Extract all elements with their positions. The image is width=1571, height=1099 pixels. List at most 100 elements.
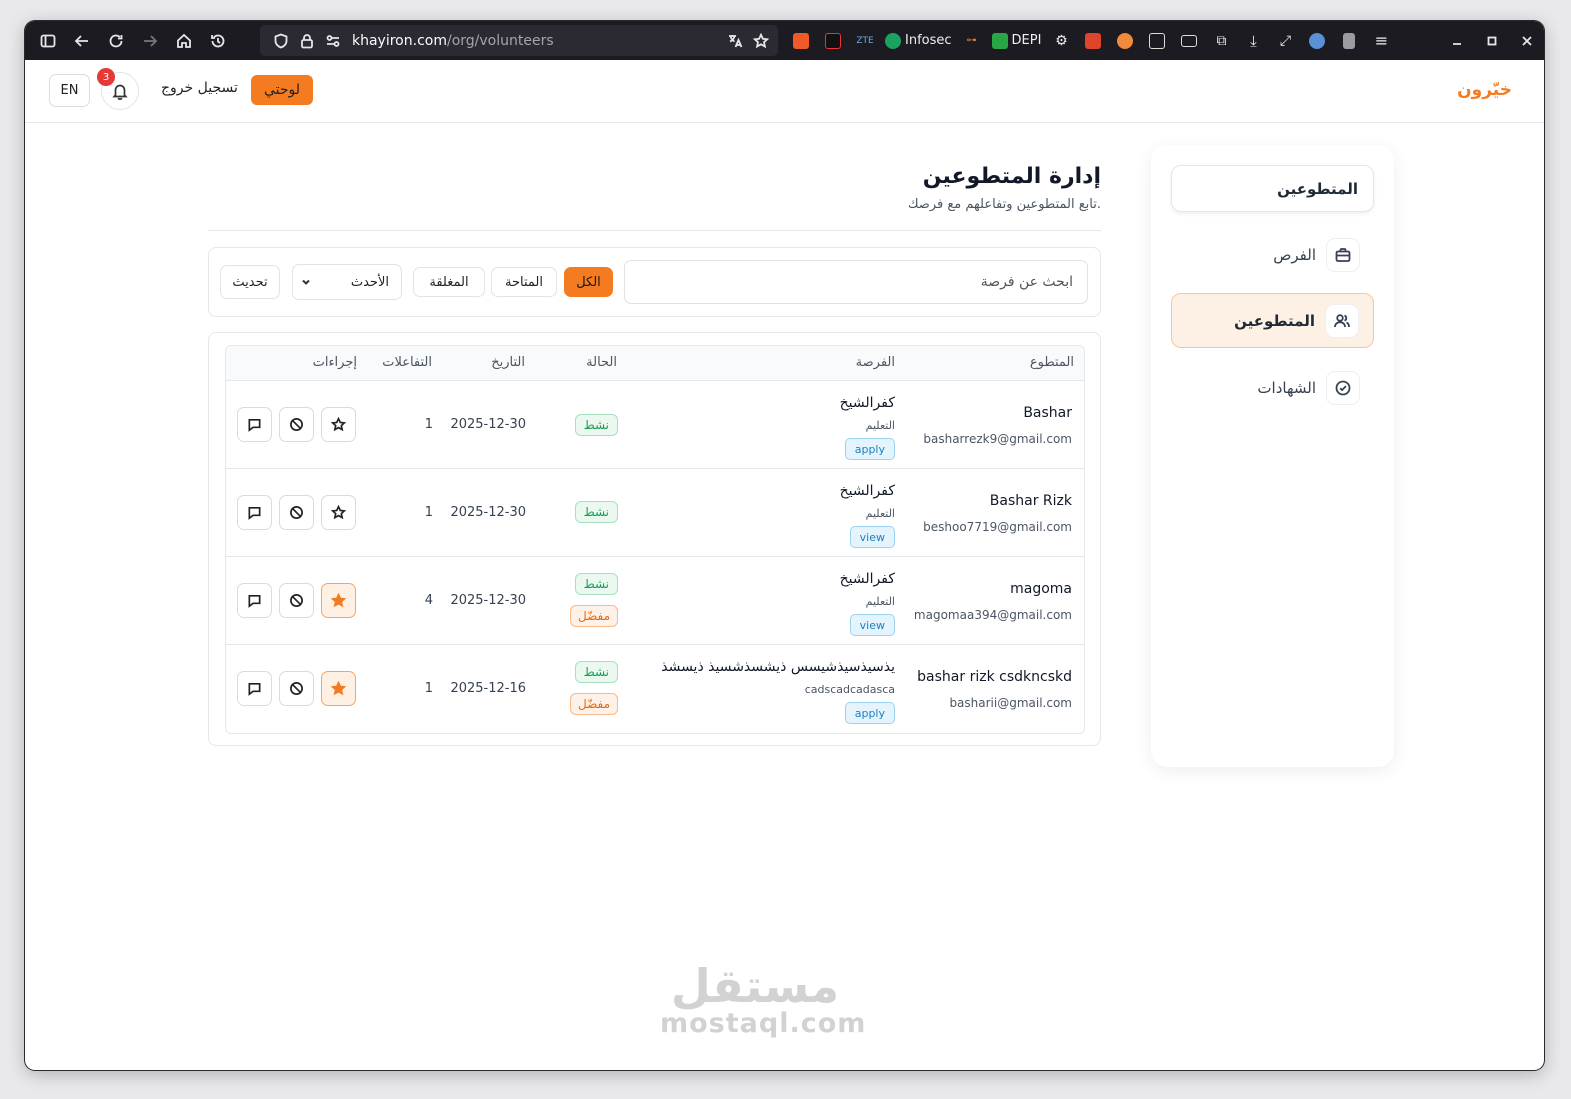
opportunity-title: كفرالشيخ [839,483,895,499]
message-button[interactable] [237,583,272,618]
volunteer-email: basharrezk9@gmail.com [923,432,1072,446]
refresh-button[interactable]: تحديث [220,265,280,299]
dashboard-button[interactable]: لوحتي [251,75,314,105]
extensions-bar: ZTE Infosec ⊶ DEPI ⚙ ⧉ ⤓ ⤢ ≡ [785,21,1397,60]
shield-icon[interactable] [268,25,294,56]
status-badge: نشط [574,501,618,523]
browser-toolbar: khayiron.com/org/volunteers ZTE Infosec … [25,21,1544,60]
filter-closed-button[interactable]: المغلقة [413,267,485,297]
sidebar-item-label: المتطوعين [1234,311,1315,330]
table-header: المتطوع الفرصة الحالة التاريخ التفاعلات … [226,346,1084,381]
filter-all-button[interactable]: الكل [564,267,613,297]
star-filled-icon [331,593,346,608]
volunteer-email: beshoo7719@gmail.com [923,520,1072,534]
favorite-button[interactable] [321,495,356,530]
table-row: Bashar basharrezk9@gmail.com كفرالشيخ ال… [226,381,1084,469]
url-text: khayiron.com/org/volunteers [352,33,554,49]
minimize-icon[interactable] [1439,21,1474,60]
downloads-icon[interactable]: ⤓ [1237,21,1269,60]
header-date: التاريخ [491,355,525,370]
lock-icon[interactable] [294,25,320,56]
watermark-arabic: مستقل [670,959,840,1013]
opportunity-category: التعليم [865,419,895,432]
message-button[interactable] [237,671,272,706]
fullscreen-icon[interactable]: ⤢ [1269,21,1301,60]
block-icon [290,682,303,695]
star-filled-icon [331,681,346,696]
url-host: khayiron.com [352,32,447,49]
search-input[interactable]: ابحث عن فرصة [624,260,1088,304]
watermark: مستقل mostaql.com [660,959,865,1037]
favorite-button[interactable] [321,407,356,442]
interaction-type-badge: apply [844,702,895,724]
interactions-count: 1 [424,681,433,696]
page-title: إدارة المتطوعين [922,164,1101,189]
volunteers-table-card: المتطوع الفرصة الحالة التاريخ التفاعلات … [208,332,1101,746]
sidebar-title: المتطوعين [1171,165,1374,212]
message-icon [248,682,261,696]
translate-icon[interactable] [722,25,748,56]
extension-ed-icon[interactable] [817,21,849,60]
sidebar-item-opportunities[interactable]: الفرص [1171,227,1374,282]
opportunity-title: كفرالشيخ [839,395,895,411]
back-icon[interactable] [65,21,99,60]
url-bar[interactable]: khayiron.com/org/volunteers [260,25,778,56]
row-date: 2025-12-30 [450,417,526,432]
depi-icon [991,32,1008,49]
logout-link[interactable]: تسجيل خروج [161,80,238,96]
briefcase-icon [1326,237,1360,272]
bookmark-star-icon[interactable] [748,25,774,56]
extension-pwn-icon[interactable] [1077,21,1109,60]
header-volunteer: المتطوع [1029,355,1074,370]
extension-archive-icon[interactable] [1141,21,1173,60]
sidebar-item-certificates[interactable]: الشهادات [1171,360,1374,415]
extension-link-icon[interactable]: ⊶ [956,21,988,60]
extension-gear-icon[interactable]: ⚙ [1045,21,1077,60]
sidebar-toggle-icon[interactable] [31,21,65,60]
extension-infosec[interactable]: Infosec [881,21,956,60]
extension-trash-icon[interactable] [1333,21,1365,60]
status-badge: نشط [574,661,618,683]
home-icon[interactable] [167,21,201,60]
brand-logo[interactable]: خيّرون [1457,80,1512,100]
extension-zte-icon[interactable]: ZTE [849,21,881,60]
message-button[interactable] [237,495,272,530]
block-button[interactable] [279,583,314,618]
permissions-icon[interactable] [320,25,346,56]
table-row: bashar rizk csdkncskd basharii@gmail.com… [226,645,1084,733]
status-badge: نشط [574,573,618,595]
message-icon [248,594,261,608]
favorite-badge: مفضّل [570,693,618,715]
close-window-icon[interactable] [1509,21,1544,60]
language-toggle-button[interactable]: EN [49,74,90,107]
divider [208,230,1101,231]
reload-icon[interactable] [99,21,133,60]
extension-depi[interactable]: DEPI [988,21,1046,60]
block-icon [290,418,303,431]
block-button[interactable] [279,495,314,530]
opportunity-category: cadscadcadasca [804,683,895,696]
history-icon[interactable] [201,21,235,60]
volunteer-email: magomaa394@gmail.com [913,608,1072,622]
sort-select[interactable]: الأحدث [292,264,402,300]
favorite-button[interactable] [321,671,356,706]
extension-cookie-icon[interactable] [1109,21,1141,60]
extension-screen-icon[interactable] [1173,21,1205,60]
profile-avatar-icon[interactable] [1301,21,1333,60]
menu-icon[interactable]: ≡ [1365,21,1397,60]
volunteer-name: magoma [1010,581,1072,597]
favorite-button[interactable] [321,583,356,618]
block-button[interactable] [279,671,314,706]
forward-icon[interactable] [133,21,167,60]
block-button[interactable] [279,407,314,442]
filter-available-button[interactable]: المتاحة [491,267,557,297]
block-icon [290,594,303,607]
maximize-icon[interactable] [1474,21,1509,60]
header-status: الحالة [586,355,617,370]
message-button[interactable] [237,407,272,442]
sidebar-item-volunteers[interactable]: المتطوعين [1171,293,1374,348]
volunteer-email: basharii@gmail.com [949,696,1072,710]
url-path: /org/volunteers [446,32,554,49]
extensions-puzzle-icon[interactable]: ⧉ [1205,21,1237,60]
extension-bolt-icon[interactable] [785,21,817,60]
